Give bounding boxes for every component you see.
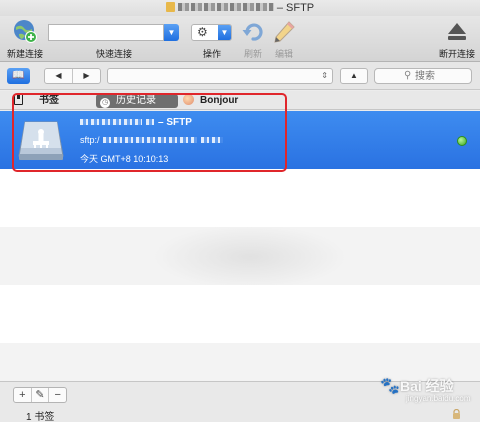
remove-bookmark-button[interactable]: −: [48, 388, 66, 402]
quick-connect-combo[interactable]: ▼: [48, 24, 179, 41]
search-field[interactable]: ⚲: [374, 68, 472, 84]
quick-connect-input[interactable]: [48, 24, 164, 41]
bookmark-url-text: sftp:/: [80, 135, 100, 145]
empty-row: [0, 285, 480, 343]
gear-icon: ⚙: [197, 25, 208, 39]
navigation-bar: 📖 ◀ ▶ ⇕ ▲ ⚲: [0, 62, 480, 90]
bookmark-row[interactable]: – SFTP sftp:/ 今天 GMT+8 10:10:13: [0, 111, 480, 169]
chevron-down-icon: ▼: [167, 28, 176, 37]
view-tab-bar: 书签 ◷ 历史记录 Bonjour: [0, 91, 480, 110]
quick-connect-dropdown[interactable]: ▼: [164, 24, 179, 41]
refresh-icon[interactable]: [241, 20, 265, 44]
window-title: – SFTP: [276, 2, 315, 14]
bookmark-count: 1 书签: [26, 412, 55, 422]
updown-arrows-icon: ⇕: [321, 71, 328, 80]
action-popup-button[interactable]: ⚙ ▼: [191, 24, 232, 41]
new-connection-label: 新建连接: [6, 49, 43, 59]
paw-icon: 🐾: [380, 378, 400, 395]
search-icon: ⚲: [404, 70, 412, 81]
chevron-down-icon: ▼: [220, 28, 229, 37]
clock-icon: ◷: [100, 98, 110, 108]
watermark-url: jingyan.baidu.com: [406, 394, 471, 403]
document-icon: [165, 2, 175, 12]
redacted-text: [80, 119, 142, 125]
tab-bonjour[interactable]: Bonjour: [183, 94, 238, 108]
bookmark-nickname-text: – SFTP: [158, 117, 192, 128]
watermark-brand: Bai 经验: [400, 378, 454, 394]
bookmark-timestamp: 今天 GMT+8 10:10:13: [80, 154, 169, 164]
quick-connect-label: 快速连接: [95, 49, 132, 59]
network-drive-icon: [18, 121, 64, 160]
toolbar: 新建连接 ▼ 快速连接 ⚙ ▼ 操作 刷新 编辑 断开连接: [0, 16, 480, 62]
bookmark-nickname: – SFTP: [80, 117, 192, 128]
refresh-label: 刷新: [243, 49, 262, 59]
bookmark-edit-buttons: + ✎ −: [13, 387, 67, 403]
baidu-watermark: 🐾 Bai 经验 jingyan.baidu.com: [380, 374, 476, 406]
parent-directory-button[interactable]: ▲: [340, 68, 368, 84]
bookmark-icon: [14, 93, 23, 105]
edit-label: 编辑: [274, 49, 293, 59]
redacted-text: [200, 137, 223, 143]
connection-status-indicator: [457, 136, 467, 146]
eject-icon[interactable]: [446, 21, 468, 43]
bonjour-icon: [183, 94, 194, 105]
action-dropdown[interactable]: ▼: [218, 25, 231, 40]
history-nav-segment: ◀ ▶: [44, 68, 101, 84]
globe-plus-icon[interactable]: [13, 19, 37, 43]
book-icon: 📖: [12, 70, 25, 81]
tab-bookmarks[interactable]: 书签: [14, 93, 59, 108]
tab-bookmarks-label: 书签: [39, 95, 59, 106]
pencil-icon[interactable]: [272, 20, 296, 44]
tab-history[interactable]: ◷ 历史记录: [96, 94, 178, 108]
bookmarks-toggle-button[interactable]: 📖: [7, 68, 30, 84]
pencil-icon: ✎: [35, 389, 45, 401]
tab-bonjour-label: Bonjour: [200, 95, 239, 106]
redacted-hostname: [177, 3, 274, 11]
lock-icon: [453, 409, 460, 419]
redacted-text: [102, 137, 197, 143]
add-bookmark-button[interactable]: +: [14, 388, 31, 402]
search-input[interactable]: [415, 69, 467, 83]
bookmark-list: – SFTP sftp:/ 今天 GMT+8 10:10:13: [0, 111, 480, 381]
path-popup[interactable]: ⇕: [107, 68, 333, 84]
empty-row: [0, 169, 480, 227]
back-button[interactable]: ◀: [45, 69, 73, 83]
bookmark-url: sftp:/: [80, 135, 227, 145]
tab-history-label: 历史记录: [116, 95, 156, 106]
empty-row: [0, 227, 480, 285]
window-titlebar: – SFTP: [0, 0, 480, 16]
edit-bookmark-button[interactable]: ✎: [30, 388, 49, 402]
action-label: 操作: [202, 49, 221, 59]
forward-button[interactable]: ▶: [73, 69, 100, 83]
disconnect-label: 断开连接: [438, 49, 475, 59]
redacted-text: [146, 119, 154, 125]
